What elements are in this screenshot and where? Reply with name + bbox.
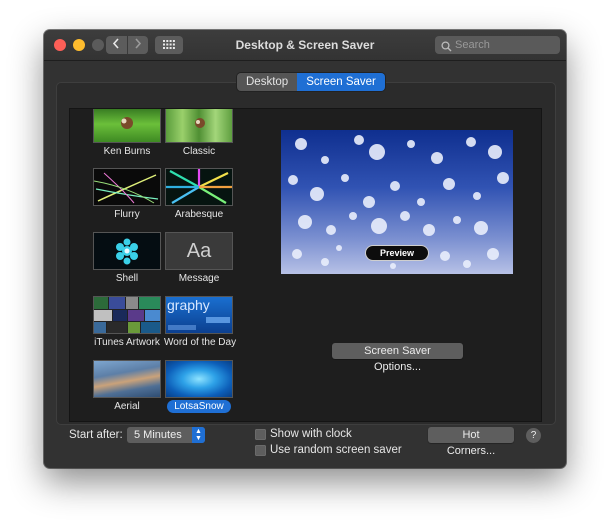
search-icon <box>441 39 452 57</box>
list-item-word-of-the-day[interactable]: graphy Word of the Day <box>164 296 237 348</box>
hot-corners-button[interactable]: Hot Corners... <box>428 427 514 457</box>
flurry-thumbnail <box>93 168 161 206</box>
random-screen-saver-checkbox[interactable]: Use random screen saver <box>255 444 402 456</box>
itunes-artwork-label: iTunes Artwork <box>94 337 160 348</box>
stepper-arrows-icon: ▲ ▼ <box>192 427 205 443</box>
random-screen-saver-box[interactable] <box>255 444 266 456</box>
list-item-lotsasnow[interactable]: LotsaSnow <box>164 360 234 413</box>
word-of-the-day-thumbnail: graphy <box>165 296 233 334</box>
preferences-window: Desktop & Screen Saver Desktop Screen Sa… <box>44 30 566 468</box>
classic-thumbnail <box>165 109 233 143</box>
message-thumb-text: Aa <box>186 239 212 262</box>
start-after-label: Start after: <box>69 429 123 441</box>
screen-saver-list[interactable]: Ken Burns Classic Flurry Arabesque Shell… <box>69 108 256 422</box>
list-item-shell[interactable]: Shell <box>92 232 162 284</box>
lotsasnow-label: LotsaSnow <box>164 400 234 413</box>
arabesque-thumbnail <box>165 168 233 206</box>
search-field[interactable] <box>435 36 560 54</box>
word-of-the-day-label: Word of the Day <box>164 337 237 348</box>
list-item-arabesque[interactable]: Arabesque <box>164 168 234 220</box>
lotsasnow-thumbnail <box>165 360 233 398</box>
random-screen-saver-label: Use random screen saver <box>270 444 402 456</box>
preview-image: Preview <box>281 130 513 274</box>
ken-burns-thumbnail <box>93 109 161 143</box>
classic-label: Classic <box>182 146 216 157</box>
flurry-label: Flurry <box>114 209 140 220</box>
list-item-flurry[interactable]: Flurry <box>92 168 162 220</box>
show-with-clock-label: Show with clock <box>270 428 352 440</box>
shell-label: Shell <box>115 273 139 284</box>
arabesque-label: Arabesque <box>174 209 224 220</box>
help-button[interactable]: ? <box>526 428 541 443</box>
message-label: Message <box>178 273 220 284</box>
list-item-classic[interactable]: Classic <box>164 109 234 157</box>
title-bar: Desktop & Screen Saver <box>44 30 566 61</box>
aerial-thumbnail <box>93 360 161 398</box>
message-thumbnail: Aa <box>165 232 233 270</box>
ken-burns-label: Ken Burns <box>103 146 151 157</box>
tab-desktop[interactable]: Desktop <box>237 73 298 91</box>
start-after-popup[interactable]: 5 Minutes ▲ ▼ <box>127 427 205 443</box>
list-item-itunes-artwork[interactable]: iTunes Artwork <box>92 296 162 348</box>
list-item-aerial[interactable]: Aerial <box>92 360 162 412</box>
tab-screen-saver[interactable]: Screen Saver <box>297 73 385 91</box>
aerial-label: Aerial <box>114 401 140 412</box>
start-after-value: 5 Minutes <box>134 428 182 441</box>
itunes-artwork-thumbnail <box>93 296 161 334</box>
show-with-clock-checkbox[interactable]: Show with clock <box>255 428 352 440</box>
show-with-clock-box[interactable] <box>255 428 266 440</box>
tab-bar: Desktop Screen Saver <box>237 73 385 91</box>
list-item-message[interactable]: Aa Message <box>164 232 234 284</box>
list-item-ken-burns[interactable]: Ken Burns <box>92 109 162 157</box>
search-input[interactable] <box>455 37 555 53</box>
shell-thumbnail <box>93 232 161 270</box>
preview-button[interactable]: Preview <box>365 245 429 261</box>
screen-saver-options-button[interactable]: Screen Saver Options... <box>332 343 463 373</box>
